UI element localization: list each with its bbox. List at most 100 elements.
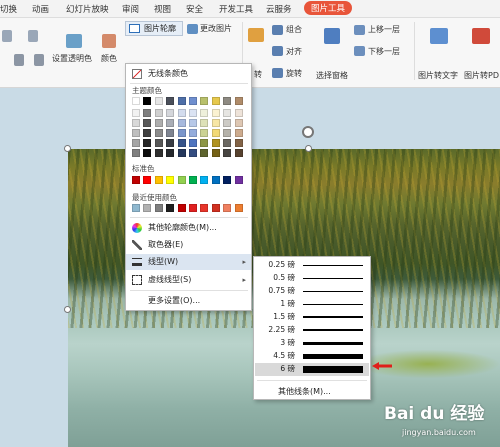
standard-color-swatch[interactable] — [211, 176, 220, 184]
group-label[interactable]: 组合 — [286, 24, 302, 35]
theme-shade-swatch[interactable] — [132, 109, 140, 117]
recent-color-swatch[interactable] — [154, 204, 163, 212]
theme-shade-swatch[interactable] — [200, 139, 209, 147]
theme-shade-swatch[interactable] — [177, 139, 186, 147]
line-weight-item[interactable]: 线型(W) ▸ — [126, 254, 251, 270]
theme-shade-swatch[interactable] — [166, 129, 175, 137]
standard-color-swatch[interactable] — [189, 176, 197, 184]
standard-color-swatch[interactable] — [143, 176, 152, 184]
theme-shade-swatch[interactable] — [154, 139, 163, 147]
tab-developer[interactable]: 开发工具 — [219, 3, 253, 15]
group-icon[interactable] — [272, 25, 283, 35]
theme-shade-swatch[interactable] — [223, 119, 232, 127]
recent-color-swatch[interactable] — [177, 204, 186, 212]
standard-color-swatch[interactable] — [166, 176, 175, 184]
theme-shade-swatch[interactable] — [223, 129, 232, 137]
theme-shade-swatch[interactable] — [143, 129, 152, 137]
theme-shade-swatch[interactable] — [166, 119, 175, 127]
rotate-icon[interactable] — [248, 28, 264, 42]
line-weight-option[interactable]: 1.5 磅 — [255, 311, 369, 324]
line-weight-option[interactable]: 6 磅 — [255, 363, 369, 376]
theme-shade-swatch[interactable] — [166, 139, 175, 147]
theme-shade-swatch[interactable] — [211, 129, 220, 137]
eyedropper-item[interactable]: 取色器(E) — [126, 237, 251, 253]
recent-color-swatch[interactable] — [166, 204, 175, 212]
set-transparent-label[interactable]: 设置透明色 — [52, 53, 92, 64]
line-weight-option[interactable]: 0.75 磅 — [255, 285, 369, 298]
theme-shade-swatch[interactable] — [166, 109, 175, 117]
recent-color-swatch[interactable] — [200, 204, 209, 212]
resize-handle[interactable] — [64, 145, 71, 152]
recent-color-swatch[interactable] — [223, 204, 232, 212]
theme-shade-swatch[interactable] — [143, 119, 152, 127]
theme-shade-swatch[interactable] — [200, 119, 209, 127]
theme-color-swatch[interactable] — [166, 97, 175, 105]
rotate-handle-icon[interactable] — [302, 126, 314, 138]
theme-shade-swatch[interactable] — [143, 109, 152, 117]
theme-shade-swatch[interactable] — [200, 129, 209, 137]
theme-shade-swatch[interactable] — [234, 129, 243, 137]
theme-color-swatch[interactable] — [234, 97, 243, 105]
transparent-color-icon[interactable] — [66, 34, 82, 48]
standard-color-swatch[interactable] — [223, 176, 232, 184]
theme-shade-swatch[interactable] — [189, 149, 197, 157]
contrast-icon[interactable] — [34, 54, 44, 66]
recent-color-swatch[interactable] — [143, 204, 152, 212]
recent-color-swatch[interactable] — [189, 204, 197, 212]
rotate2-label[interactable]: 旋转 — [286, 68, 302, 79]
picture-to-text-label[interactable]: 图片转文字 — [418, 70, 458, 81]
line-weight-option[interactable]: 0.5 磅 — [255, 272, 369, 285]
tab-slideshow[interactable]: 幻灯片放映 — [66, 3, 109, 15]
theme-color-swatch[interactable] — [200, 97, 209, 105]
theme-shade-swatch[interactable] — [211, 109, 220, 117]
theme-color-swatch[interactable] — [211, 97, 220, 105]
theme-shade-swatch[interactable] — [223, 139, 232, 147]
tab-cloud[interactable]: 云服务 — [266, 3, 292, 15]
theme-color-swatch[interactable] — [189, 97, 197, 105]
bring-forward-label[interactable]: 上移一层 — [368, 24, 400, 35]
send-backward-label[interactable]: 下移一层 — [368, 46, 400, 57]
change-picture-label[interactable]: 更改图片 — [200, 23, 232, 34]
theme-color-swatch[interactable] — [154, 97, 163, 105]
theme-color-swatch[interactable] — [143, 97, 152, 105]
theme-shade-swatch[interactable] — [132, 149, 140, 157]
theme-shade-swatch[interactable] — [189, 139, 197, 147]
standard-color-swatch[interactable] — [132, 176, 140, 184]
theme-shade-swatch[interactable] — [234, 149, 243, 157]
more-outline-colors-item[interactable]: 其他轮廓颜色(M)... — [126, 220, 251, 236]
theme-shade-swatch[interactable] — [154, 149, 163, 157]
send-backward-icon[interactable] — [354, 46, 365, 56]
theme-shade-swatch[interactable] — [189, 109, 197, 117]
theme-shade-swatch[interactable] — [177, 149, 186, 157]
tab-transition[interactable]: 切换 — [0, 3, 17, 15]
theme-shade-swatch[interactable] — [154, 129, 163, 137]
selection-pane-label[interactable]: 选择窗格 — [316, 70, 348, 81]
rotate-label[interactable]: 转 — [254, 69, 262, 80]
resize-handle[interactable] — [64, 306, 71, 313]
theme-shade-swatch[interactable] — [166, 149, 175, 157]
theme-shade-swatch[interactable] — [177, 129, 186, 137]
theme-shade-swatch[interactable] — [177, 109, 186, 117]
change-picture-icon[interactable] — [187, 24, 198, 34]
recent-color-swatch[interactable] — [211, 204, 220, 212]
theme-shade-swatch[interactable] — [234, 139, 243, 147]
more-settings-item[interactable]: 更多设置(O)... — [126, 293, 251, 309]
other-lines-item[interactable]: 其他线条(M)... — [278, 386, 331, 397]
theme-shade-swatch[interactable] — [143, 139, 152, 147]
picture-outline-button[interactable]: 图片轮廓 — [125, 21, 183, 36]
standard-color-swatch[interactable] — [200, 176, 209, 184]
standard-color-swatch[interactable] — [177, 176, 186, 184]
theme-shade-swatch[interactable] — [154, 119, 163, 127]
align-icon[interactable] — [272, 46, 283, 56]
theme-shade-swatch[interactable] — [132, 129, 140, 137]
tab-security[interactable]: 安全 — [186, 3, 203, 15]
color-label[interactable]: 颜色 — [101, 53, 117, 64]
tab-review[interactable]: 审阅 — [122, 3, 139, 15]
theme-shade-swatch[interactable] — [154, 109, 163, 117]
tab-picture-tools[interactable]: 图片工具 — [304, 1, 353, 15]
rotate2-icon[interactable] — [272, 68, 283, 78]
tab-animation[interactable]: 动画 — [32, 3, 49, 15]
theme-shade-swatch[interactable] — [234, 109, 243, 117]
theme-shade-swatch[interactable] — [177, 119, 186, 127]
no-line-color-item[interactable]: 无线条颜色 — [126, 66, 251, 82]
